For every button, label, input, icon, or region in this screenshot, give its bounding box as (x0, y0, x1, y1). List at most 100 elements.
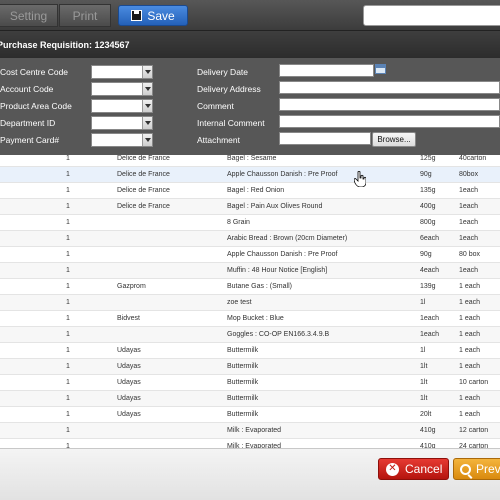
cell-pack-size: 139g (420, 283, 436, 290)
cost-centre-code-select[interactable] (91, 65, 153, 79)
cell-unit: 1 each (459, 315, 481, 322)
chevron-down-icon (142, 134, 152, 146)
cell-quantity: 1 (66, 235, 70, 242)
save-button-label: Save (147, 8, 175, 23)
product-area-code-label: Product Area Code (0, 101, 72, 111)
print-button[interactable]: Print (59, 4, 111, 27)
cell-pack-size: 1each (420, 331, 440, 338)
cost-centre-code-label: Cost Centre Code (0, 67, 69, 77)
table-row[interactable]: 018 Grain800g1each (0, 215, 500, 231)
cell-quantity: 1 (66, 411, 70, 418)
attachment-input[interactable] (279, 132, 371, 145)
table-row[interactable]: 1 Delice de France Bagel : Red Onion 135g 1e… (0, 183, 500, 199)
table-row[interactable]: 1 Delice de France Apple Chausson Danish :… (0, 167, 500, 183)
cell-supplier: Udayas (117, 379, 141, 386)
cell-quantity: 1 (66, 379, 70, 386)
cell-pack-size: 1lt (420, 395, 428, 402)
requisition-items-table: 1 Delice de France Bagel : Sesame 125g 40car… (0, 155, 500, 448)
table-row[interactable]: 31Milk : Evaporated410g12 carton (0, 423, 500, 439)
table-row[interactable]: 31Muffin : 48 Hour Notice [English]4each… (0, 263, 500, 279)
cell-product-name: Bagel : Sesame (227, 155, 277, 162)
cell-product-name: Goggles : CO-OP EN166.3.4.9.B (227, 331, 330, 338)
delivery-address-input[interactable] (279, 81, 500, 94)
comment-input[interactable] (279, 98, 500, 111)
attachment-label: Attachment (197, 135, 240, 145)
cancel-button-label: Cancel (405, 462, 443, 476)
cell-unit: 1 each (459, 363, 481, 370)
delivery-date-label: Delivery Date (197, 67, 249, 77)
cell-quantity: 1 (66, 331, 70, 338)
product-area-code-select[interactable] (91, 99, 153, 113)
department-id-label: Department ID (0, 118, 56, 128)
table-row[interactable]: 41Milk : Evaporated410g24 carton (0, 439, 500, 448)
cell-quantity: 1 (66, 251, 70, 258)
cell-pack-size: 1l (420, 299, 426, 306)
cell-supplier: Delice de France (117, 171, 170, 178)
cell-pack-size: 4each (420, 267, 440, 274)
internal-comment-input[interactable] (279, 115, 500, 128)
table-row[interactable]: 81UdayasButtermilk1l1 each (0, 343, 500, 359)
cell-supplier: Delice de France (117, 187, 170, 194)
cell-pack-size: 1lt (420, 363, 428, 370)
payment-card-select[interactable] (91, 133, 153, 147)
delivery-date-input[interactable] (279, 64, 374, 77)
cell-product-name: Milk : Evaporated (227, 427, 282, 434)
cell-pack-size: 6each (420, 235, 440, 242)
cell-product-name: Bagel : Pain Aux Olives Round (227, 203, 323, 210)
cell-pack-size: 1each (420, 315, 440, 322)
table-row[interactable]: 61BidvestMop Bucket : Blue1each1 each (0, 311, 500, 327)
cell-pack-size: 800g (420, 219, 436, 226)
cell-unit: 40carton (459, 155, 487, 162)
internal-comment-label: Internal Comment (197, 118, 265, 128)
table-row[interactable]: 91UdayasButtermilk1lt1 each (0, 359, 500, 375)
cell-unit: 1 each (459, 347, 481, 354)
table-row[interactable]: 51zoe test1l1 each (0, 295, 500, 311)
department-id-select[interactable] (91, 116, 153, 130)
cell-quantity: 1 (66, 395, 70, 402)
table-row[interactable]: 01UdayasButtermilk1lt10 carton (0, 375, 500, 391)
table-row[interactable]: 11Arabic Bread : Brown (20cm Diameter)6e… (0, 231, 500, 247)
requisition-title: Purchase Requisition: 1234567 (0, 39, 130, 50)
cell-supplier: Udayas (117, 363, 141, 370)
footer-bar: ✕ Cancel Previ (0, 448, 500, 500)
cell-unit: 1 each (459, 283, 481, 290)
browse-button[interactable]: Browse... (372, 132, 416, 147)
top-toolbar: Setting Print Save (0, 0, 500, 31)
table-row[interactable]: 1 Delice de France Bagel : Sesame 125g 40car… (0, 155, 500, 167)
table-row[interactable]: 21UdayasButtermilk20lt1 each (0, 407, 500, 423)
cell-product-name: Apple Chausson Danish : Pre Proof (227, 171, 338, 178)
cell-quantity: 1 (66, 187, 70, 194)
cell-product-name: Apple Chausson Danish : Pre Proof (227, 251, 338, 258)
cell-supplier: Udayas (117, 347, 141, 354)
cell-unit: 1 each (459, 395, 481, 402)
save-button[interactable]: Save (118, 5, 188, 26)
calendar-icon[interactable] (375, 64, 386, 74)
cell-product-name: Butane Gas : (Small) (227, 283, 292, 290)
account-code-select[interactable] (91, 82, 153, 96)
cell-unit: 1each (459, 235, 479, 242)
cell-quantity: 1 (66, 219, 70, 226)
cell-pack-size: 1lt (420, 379, 428, 386)
table-row[interactable]: 41GazpromButane Gas : (Small)139g1 each (0, 279, 500, 295)
search-input[interactable] (363, 5, 500, 26)
table-row[interactable]: 1 Delice de France Bagel : Pain Aux Olives… (0, 199, 500, 215)
cell-product-name: Buttermilk (227, 363, 259, 370)
chevron-down-icon (142, 66, 152, 78)
cell-unit: 12 carton (459, 427, 489, 434)
floppy-disk-icon (131, 10, 143, 21)
cell-quantity: 1 (66, 283, 70, 290)
comment-label: Comment (197, 101, 234, 111)
table-row[interactable]: 21Apple Chausson Danish : Pre Proof90g80… (0, 247, 500, 263)
cancel-button[interactable]: ✕ Cancel (378, 458, 449, 480)
table-row[interactable]: 71Goggles : CO-OP EN166.3.4.9.B1each1 ea… (0, 327, 500, 343)
preview-button[interactable]: Previ (453, 458, 500, 480)
cell-unit: 1 each (459, 299, 481, 306)
preview-button-label: Previ (476, 462, 500, 476)
cell-unit: 80box (459, 171, 479, 178)
setting-button[interactable]: Setting (0, 4, 58, 27)
cell-unit: 1each (459, 187, 479, 194)
cell-quantity: 1 (66, 315, 70, 322)
table-row[interactable]: 11UdayasButtermilk1lt1 each (0, 391, 500, 407)
cell-unit: 1each (459, 203, 479, 210)
cell-product-name: Buttermilk (227, 395, 259, 402)
